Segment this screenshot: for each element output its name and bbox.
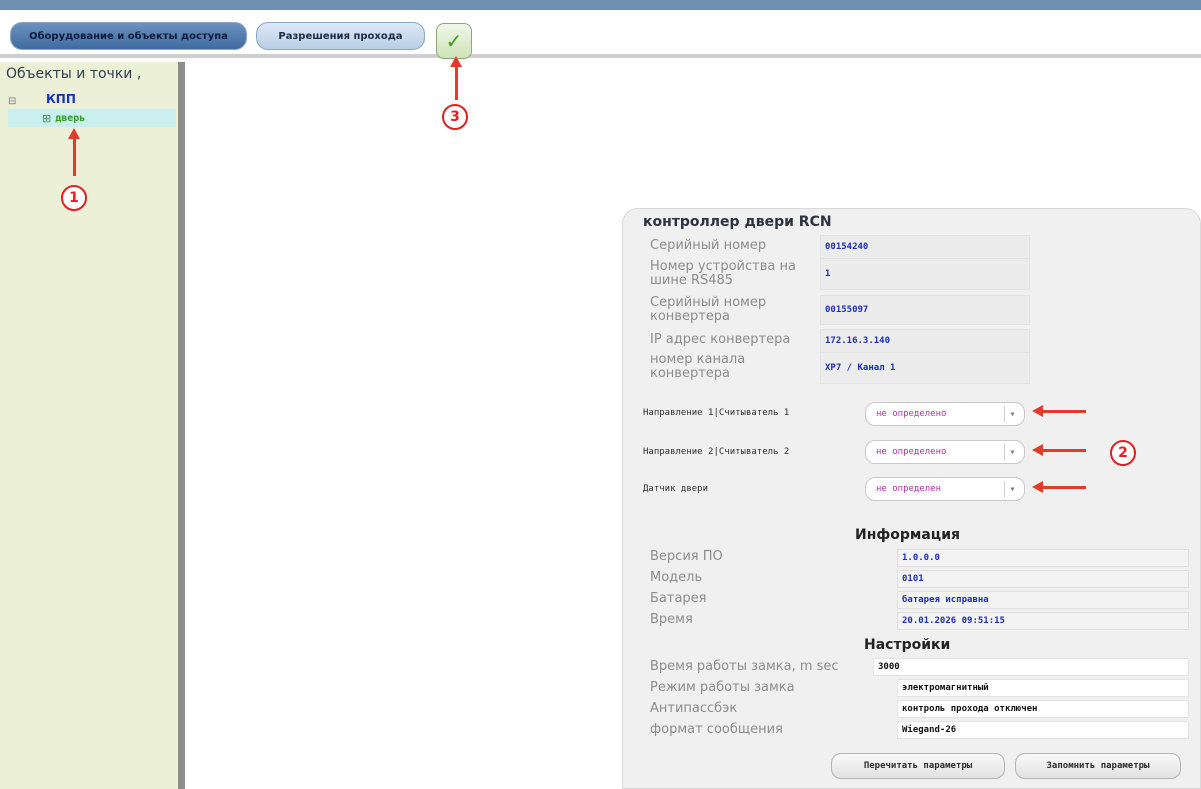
direction1-select[interactable]: не определено ▾: [865, 402, 1025, 426]
direction2-label: Направление 2|Считыватель 2: [643, 447, 790, 457]
info-value: 20.01.2026 09:51:15: [897, 612, 1189, 630]
message-format-input[interactable]: Wiegand-26: [897, 721, 1189, 739]
info-label: Версия ПО: [650, 549, 723, 564]
annotation-arrow-2b: [1032, 444, 1086, 456]
tree-node-kpp[interactable]: КПП: [46, 92, 76, 106]
direction1-label: Направление 1|Считыватель 1: [643, 408, 790, 418]
reread-params-button[interactable]: Перечитать параметры: [831, 753, 1005, 779]
toolbar: Оборудование и объекты доступа Разрешени…: [0, 10, 1201, 59]
serial-number-label: Серийный номер: [650, 238, 767, 253]
apply-button[interactable]: ✓: [436, 23, 472, 59]
annotation-arrow-1: [68, 128, 80, 176]
direction2-value: не определено: [876, 447, 947, 457]
tab-access-permissions[interactable]: Разрешения прохода: [256, 22, 425, 50]
sidebar-title: Объекты и точки ,: [6, 66, 142, 82]
door-sensor-select[interactable]: не определен ▾: [865, 477, 1025, 501]
tree-node-door-label: дверь: [55, 112, 86, 124]
lock-time-input[interactable]: 3000: [873, 658, 1189, 676]
collapse-toggle-icon[interactable]: ⊟: [8, 96, 16, 107]
door-sensor-label: Датчик двери: [643, 484, 709, 494]
annotation-marker-2: 2: [1110, 440, 1136, 466]
serial-number-value: 00154240: [820, 235, 1030, 259]
info-value: батарея исправна: [897, 591, 1189, 609]
panel-title: контроллер двери RCN: [643, 214, 832, 230]
converter-serial-label: Серийный номер конвертера: [650, 295, 767, 324]
antipassback-input[interactable]: контроль прохода отключен: [897, 700, 1189, 718]
chevron-down-icon[interactable]: ▾: [1004, 444, 1020, 460]
converter-ip-label: IP адрес конвертера: [650, 332, 791, 347]
save-params-button[interactable]: Запомнить параметры: [1015, 753, 1181, 779]
converter-channel-value: XP7 / Канал 1: [820, 352, 1030, 384]
info-value: 1.0.0.0: [897, 549, 1189, 567]
info-label: Время: [650, 612, 693, 627]
settings-label: формат сообщения: [650, 722, 783, 737]
rs485-number-value: 1: [820, 258, 1030, 290]
chevron-down-icon[interactable]: ▾: [1004, 481, 1020, 497]
direction2-select[interactable]: не определено ▾: [865, 440, 1025, 464]
annotation-marker-3: 3: [442, 104, 468, 130]
annotation-arrow-3: [450, 56, 462, 100]
sidebar-tree: Объекты и точки , ⊟ КПП ⊞ дверь: [0, 62, 185, 789]
controller-panel: контроллер двери RCN Серийный номер 0015…: [622, 208, 1201, 789]
info-title: Информация: [855, 527, 960, 543]
info-label: Батарея: [650, 591, 707, 606]
converter-ip-value: 172.16.3.140: [820, 329, 1030, 353]
annotation-arrow-2c: [1032, 481, 1086, 493]
tree-node-door[interactable]: ⊞ дверь: [8, 109, 176, 127]
tab-equipment[interactable]: Оборудование и объекты доступа: [10, 22, 247, 50]
top-accent-bar: [0, 0, 1201, 10]
annotation-marker-1: 1: [61, 185, 87, 211]
info-value: 0101: [897, 570, 1189, 588]
annotation-arrow-2a: [1032, 405, 1086, 417]
settings-label: Антипассбэк: [650, 701, 738, 716]
info-label: Модель: [650, 570, 703, 585]
door-node-icon: ⊞: [42, 111, 52, 125]
lock-mode-input[interactable]: электромагнитный: [897, 679, 1189, 697]
settings-label: Время работы замка, m sec: [650, 659, 839, 674]
chevron-down-icon[interactable]: ▾: [1004, 406, 1020, 422]
converter-serial-value: 00155097: [820, 295, 1030, 325]
door-sensor-value: не определен: [876, 484, 942, 494]
settings-title: Настройки: [864, 637, 951, 653]
rs485-number-label: Номер устройства на шине RS485: [650, 259, 796, 288]
settings-label: Режим работы замка: [650, 680, 795, 695]
checkmark-icon: ✓: [445, 29, 463, 53]
converter-channel-label: номер канала конвертера: [650, 352, 746, 381]
direction1-value: не определено: [876, 409, 947, 419]
